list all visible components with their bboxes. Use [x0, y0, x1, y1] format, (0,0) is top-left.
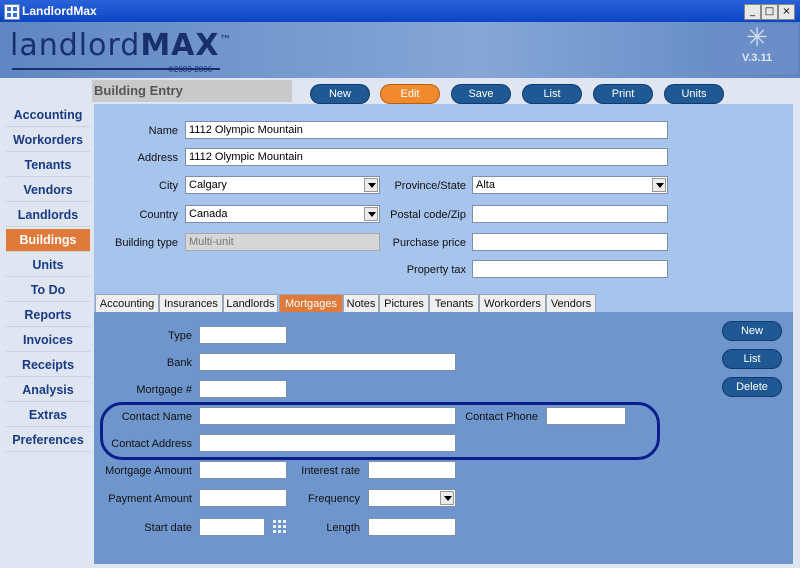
sidebar-item-analysis[interactable]: Analysis [6, 379, 90, 402]
frequency-select[interactable] [368, 489, 456, 507]
version-badge: ✳ V.3.11 [716, 24, 798, 74]
tab-mortgages[interactable]: Mortgages [279, 294, 343, 312]
start-date-field[interactable] [199, 518, 265, 536]
version-text: V.3.11 [741, 52, 773, 64]
start-date-label: Start date [144, 522, 192, 534]
minimize-button[interactable]: _ [744, 4, 761, 20]
list-button[interactable]: List [523, 85, 581, 103]
country-select[interactable]: Canada [185, 205, 380, 223]
city-value: Calgary [189, 179, 227, 191]
tab-vendors[interactable]: Vendors [546, 294, 596, 312]
chevron-down-icon[interactable] [652, 178, 666, 192]
sidebar: Accounting Workorders Tenants Vendors La… [6, 104, 90, 454]
sidebar-item-receipts[interactable]: Receipts [6, 354, 90, 377]
chevron-down-icon[interactable] [364, 207, 378, 221]
bank-label: Bank [166, 357, 192, 369]
sidebar-item-workorders[interactable]: Workorders [6, 129, 90, 152]
purchase-price-label: Purchase price [392, 237, 466, 249]
maximize-button[interactable]: □ [761, 4, 778, 20]
length-label: Length [326, 522, 360, 534]
sidebar-item-accounting[interactable]: Accounting [6, 104, 90, 127]
province-label: Province/State [394, 180, 466, 192]
page-title: Building Entry [94, 83, 183, 98]
type-field[interactable] [199, 326, 287, 344]
name-field[interactable]: 1112 Olympic Mountain [185, 121, 668, 139]
contact-highlight-outline [100, 402, 660, 460]
purchase-price-field[interactable] [472, 233, 668, 251]
frequency-label: Frequency [308, 493, 360, 505]
province-value: Alta [476, 179, 495, 191]
tab-accounting[interactable]: Accounting [95, 294, 159, 312]
title-bar: LandlordMax _ □ × [0, 0, 800, 22]
sidebar-item-todo[interactable]: To Do [6, 279, 90, 302]
tab-pictures[interactable]: Pictures [379, 294, 429, 312]
save-button[interactable]: Save [452, 85, 510, 103]
tab-notes[interactable]: Notes [343, 294, 379, 312]
mortgage-amount-field[interactable] [199, 461, 287, 479]
app-window: LandlordMax _ □ × landlordMAX™ ©2003-200… [0, 0, 800, 568]
country-value: Canada [189, 208, 228, 220]
copyright-text: ©2003-2006 [168, 65, 213, 74]
tab-insurances[interactable]: Insurances [159, 294, 223, 312]
address-label: Address [137, 152, 178, 164]
sidebar-item-buildings[interactable]: Buildings [6, 229, 90, 252]
mortgage-new-button[interactable]: New [723, 322, 781, 340]
mortgage-delete-button[interactable]: Delete [723, 378, 781, 396]
address-field[interactable]: 1112 Olympic Mountain [185, 148, 668, 166]
app-icon [4, 4, 20, 20]
city-select[interactable]: Calgary [185, 176, 380, 194]
tab-landlords[interactable]: Landlords [223, 294, 278, 312]
interest-rate-label: Interest rate [301, 465, 360, 477]
postal-label: Postal code/Zip [390, 209, 466, 221]
window-title: LandlordMax [22, 4, 97, 18]
sidebar-item-units[interactable]: Units [6, 254, 90, 277]
logo: landlordMAX™ [10, 28, 233, 63]
units-button[interactable]: Units [665, 85, 723, 103]
interest-rate-field[interactable] [368, 461, 456, 479]
sidebar-item-invoices[interactable]: Invoices [6, 329, 90, 352]
edit-button[interactable]: Edit [381, 85, 439, 103]
star-icon: ✳ [746, 23, 768, 53]
length-field[interactable] [368, 518, 456, 536]
mortgage-amount-label: Mortgage Amount [105, 465, 192, 477]
property-tax-field[interactable] [472, 260, 668, 278]
payment-amount-field[interactable] [199, 489, 287, 507]
bank-field[interactable] [199, 353, 456, 371]
app-header: landlordMAX™ ©2003-2006 ✳ V.3.11 [0, 22, 800, 78]
chevron-down-icon[interactable] [364, 178, 378, 192]
mortgage-number-field[interactable] [199, 380, 287, 398]
sidebar-item-tenants[interactable]: Tenants [6, 154, 90, 177]
chevron-down-icon[interactable] [440, 491, 454, 505]
mortgage-number-label: Mortgage # [136, 384, 192, 396]
country-label: Country [139, 209, 178, 221]
print-button[interactable]: Print [594, 85, 652, 103]
property-tax-label: Property tax [406, 264, 466, 276]
sidebar-item-landlords[interactable]: Landlords [6, 204, 90, 227]
calendar-icon[interactable] [273, 520, 286, 534]
province-select[interactable]: Alta [472, 176, 668, 194]
sidebar-item-reports[interactable]: Reports [6, 304, 90, 327]
payment-amount-label: Payment Amount [108, 493, 192, 505]
postal-field[interactable] [472, 205, 668, 223]
city-label: City [159, 180, 178, 192]
building-type-field: Multi-unit [185, 233, 380, 251]
building-type-label: Building type [115, 237, 178, 249]
sidebar-item-extras[interactable]: Extras [6, 404, 90, 427]
type-label: Type [168, 330, 192, 342]
sidebar-item-vendors[interactable]: Vendors [6, 179, 90, 202]
new-button[interactable]: New [311, 85, 369, 103]
mortgage-list-button[interactable]: List [723, 350, 781, 368]
close-button[interactable]: × [778, 4, 795, 20]
tab-workorders[interactable]: Workorders [479, 294, 546, 312]
tab-tenants[interactable]: Tenants [429, 294, 479, 312]
name-label: Name [148, 125, 178, 137]
sidebar-item-preferences[interactable]: Preferences [6, 429, 90, 452]
